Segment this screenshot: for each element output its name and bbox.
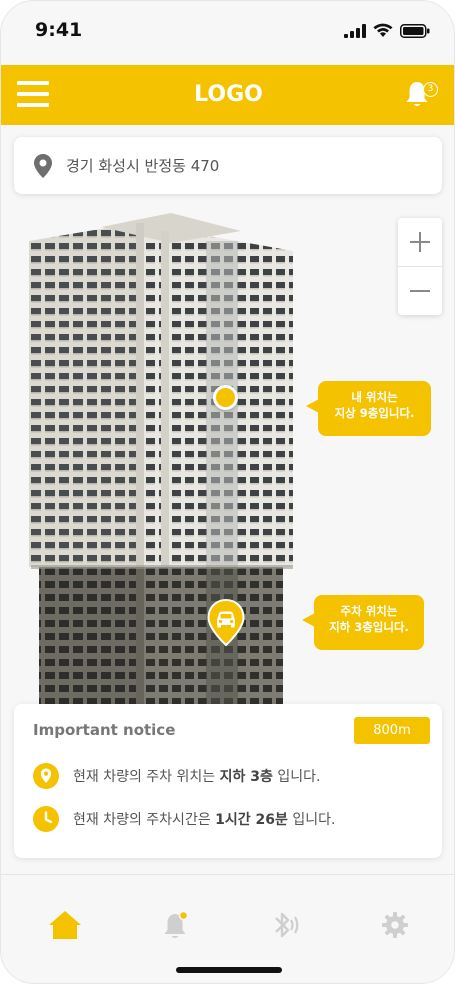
clock-icon: [33, 806, 59, 832]
app-header: LOGO 3: [1, 65, 454, 125]
address-text: 경기 화성시 반정동 470: [66, 157, 220, 175]
minus-icon: [410, 290, 430, 292]
location-pin-icon: [33, 763, 59, 789]
notice-card: Important notice 800m 현재 차량의 주차 위치는 지하 3…: [14, 704, 442, 858]
parking-location-bubble: 주차 위치는 지하 3층입니다.: [302, 595, 424, 650]
parking-time-suffix: 입니다.: [287, 812, 336, 828]
status-icons: [344, 23, 430, 38]
home-icon: [49, 911, 81, 939]
tab-settings[interactable]: [375, 905, 415, 945]
plus-icon: [410, 232, 430, 252]
signal-icon: [344, 23, 366, 38]
notice-title: Important notice: [33, 721, 176, 739]
status-bar: 9:41: [1, 1, 454, 65]
my-location-bubble: 내 위치는 지상 9층입니다.: [306, 381, 431, 436]
my-location-line1: 내 위치는: [351, 390, 398, 404]
home-indicator[interactable]: [176, 967, 282, 973]
bluetooth-icon: [275, 912, 299, 938]
gear-icon: [382, 912, 408, 938]
tab-home[interactable]: [45, 905, 85, 945]
zoom-out-button[interactable]: [398, 267, 442, 315]
tab-notifications[interactable]: [156, 905, 196, 945]
bell-icon: [164, 910, 189, 938]
parking-time-prefix: 현재 차량의 주차시간은: [73, 812, 216, 828]
status-time: 9:41: [35, 19, 83, 41]
location-pin-icon: [34, 153, 52, 178]
notification-badge: 3: [423, 82, 438, 97]
distance-badge: 800m: [354, 717, 430, 744]
notification-bell-button[interactable]: 3: [402, 79, 438, 113]
parking-time-value: 1시간 26분: [215, 812, 288, 828]
parking-floor-suffix: 입니다.: [272, 769, 321, 785]
parking-floor-row: 현재 차량의 주차 위치는 지하 3층 입니다.: [33, 763, 320, 789]
tab-bluetooth[interactable]: [265, 905, 305, 945]
wifi-icon: [373, 23, 393, 37]
my-location-marker[interactable]: [213, 385, 238, 410]
app-screen: 9:41 LOGO 3 경기 화성시 반정동 470 내 위치는 지상 9층입니…: [0, 0, 455, 984]
battery-icon: [400, 23, 430, 38]
parking-floor-prefix: 현재 차량의 주차 위치는: [73, 769, 220, 785]
car-location-pin-icon[interactable]: [207, 599, 245, 647]
parking-location-line2: 지하 3층입니다.: [329, 620, 409, 634]
my-location-line2: 지상 9층입니다.: [334, 406, 415, 420]
address-bar[interactable]: 경기 화성시 반정동 470: [14, 137, 442, 194]
zoom-in-button[interactable]: [398, 218, 442, 266]
parking-floor-value: 지하 3층: [219, 769, 273, 785]
parking-location-line1: 주차 위치는: [340, 604, 398, 618]
parking-time-row: 현재 차량의 주차시간은 1시간 26분 입니다.: [33, 806, 335, 832]
zoom-controls: [398, 218, 442, 315]
app-logo: LOGO: [194, 82, 263, 107]
